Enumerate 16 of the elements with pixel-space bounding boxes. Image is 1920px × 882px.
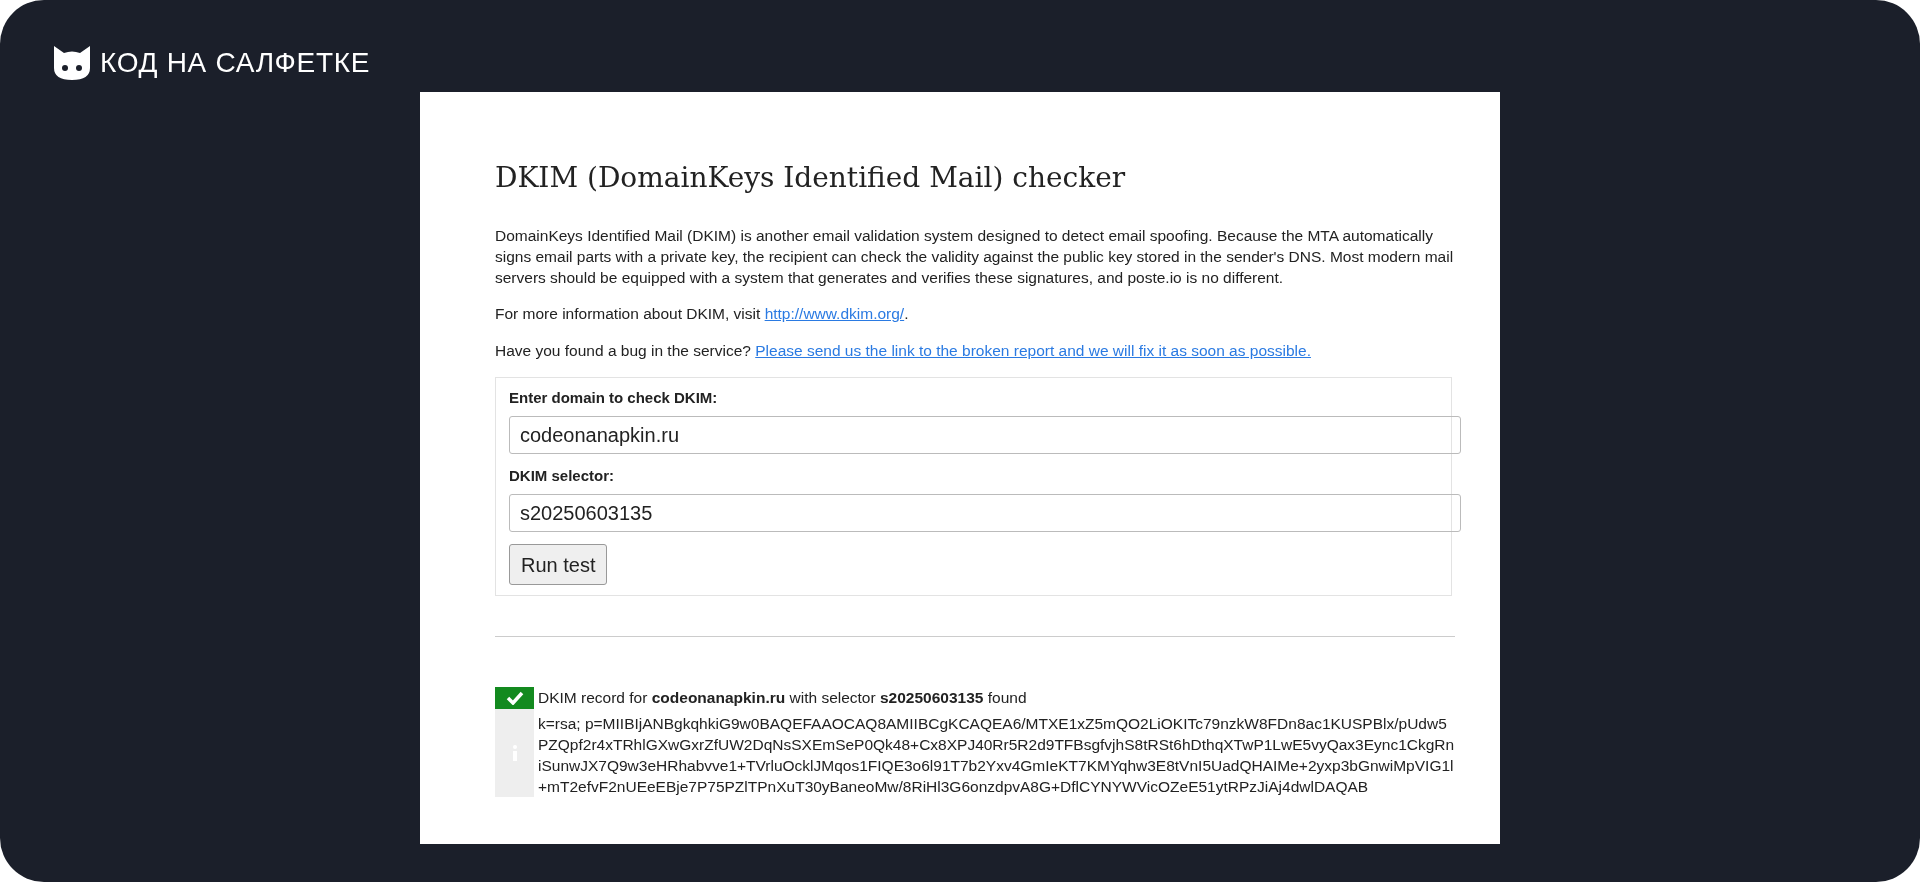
field-label: Enter domain to check DKIM:: [509, 388, 719, 408]
result-summary: DKIM record for codeonanapkin.ru with selector s20250603135 found: [538, 688, 1028, 708]
bug-paragraph: Have you found a bug in the service? Please send us the link to the broken report and we will fix it as soon as possible.: [495, 341, 1312, 361]
text-field[interactable]: s20250603135: [509, 494, 1461, 532]
text-field[interactable]: codeonanapkin.ru: [509, 416, 1461, 454]
report-link[interactable]: Please send us the link to the broken report and we will fix it as soon as possible.: [755, 342, 1311, 359]
check-icon: [505, 691, 524, 705]
cat-logo-icon: [52, 44, 92, 82]
dkim-record: k=rsa; p=MIIBIjANBgkqhkiG9w0BAQEFAAOCAQ8AMIIBCgKCAQEA6/MTXE1xZ5mQO2LiOKITc79nzkW8FDn8ac1KUSPBlx/pUdw5PZQpf2r4xTRhlGXwGxrZfUW2DqNsSXEmSeP0Qk48+Cx8XPJ40Rr5R2d9TFBsgfvjhS8tRSt6hDthqXTwP1LwE5vyQax3Eync1CkgRniSunwJX7Q9w3eHRhabvve1+TVrluOcklJMqos1FIQE3o6l91T7b2Yxv4GmIeKT7KMYqhw3E8tVnI5UadQHAIMe+2yxp3bGnwiMpVIG1l+mT2efvF2nUEeEBje7P75PZlTPnXuT30yBaneoMw/8RiHl3G6onzdpvA8G+DflCYNYWVicOZeE51ytRPzJiAj4dwlDAQAB: [538, 714, 1455, 797]
intro-paragraph: DomainKeys Identified Mail (DKIM) is another email validation system designed to detect email spoofing. Because the MTA automatically signs email parts with a private key, the recipient can check the validity against the public key stored in the sender's DNS. Most modern mail servers should be equipped with a system that generates and verifies these signatures, and poste.io is no different.: [495, 226, 1455, 288]
field-label: DKIM selector:: [509, 466, 616, 486]
run-test-button[interactable]: Run test: [509, 544, 608, 585]
dkim-link[interactable]: http://www.dkim.org/: [764, 305, 905, 322]
brand-name: КОД НА САЛФЕТКЕ: [100, 46, 371, 80]
page-title: DKIM (DomainKeys Identified Mail) checker: [495, 160, 1127, 196]
info-paragraph: For more information about DKIM, visit http://www.dkim.org/.: [495, 304, 910, 324]
